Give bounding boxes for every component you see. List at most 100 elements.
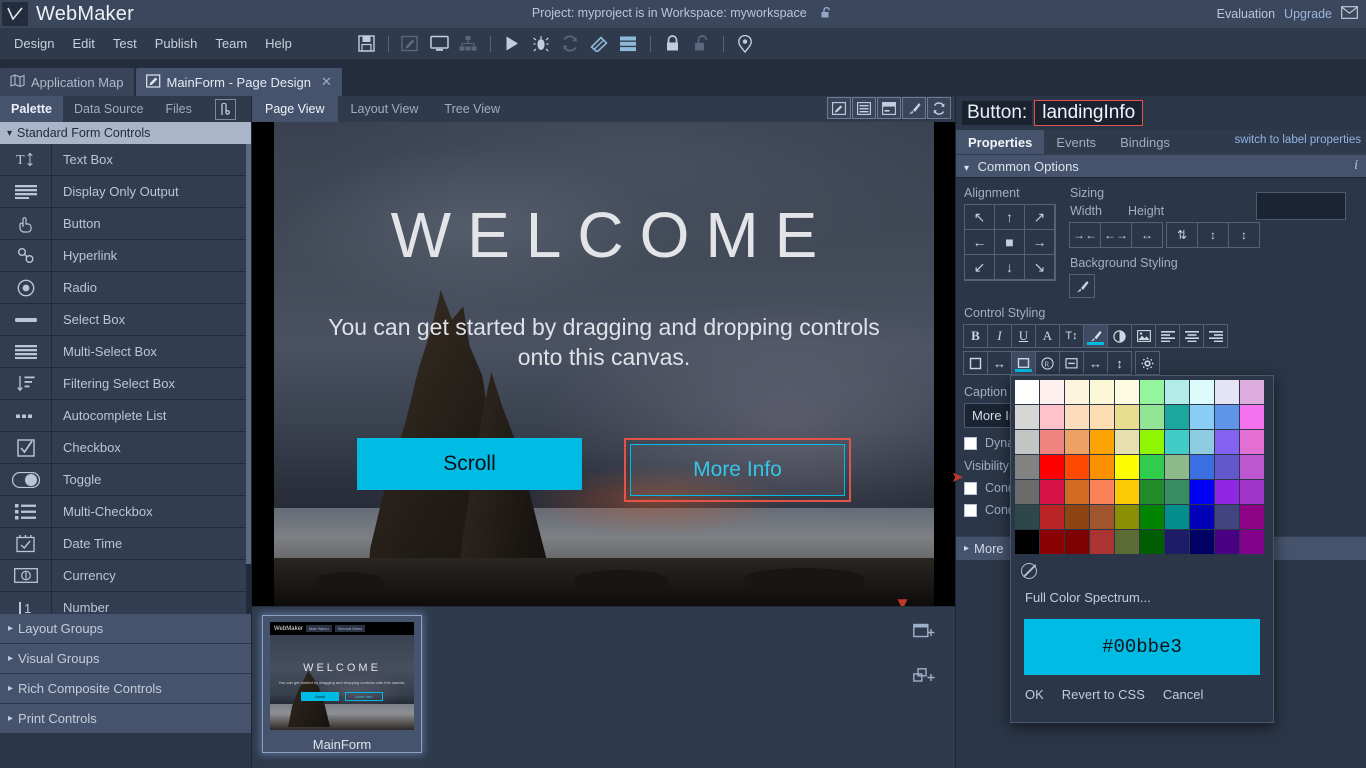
database-icon[interactable] <box>615 32 642 56</box>
palette-item-autocomplete-list[interactable]: Autocomplete List <box>0 400 251 432</box>
color-swatch[interactable] <box>1065 530 1089 554</box>
color-swatch[interactable] <box>1140 405 1164 429</box>
control-list[interactable]: T Text Box Display Only Output Button <box>0 144 251 614</box>
color-swatch[interactable] <box>1065 380 1089 404</box>
color-swatch[interactable] <box>1240 430 1264 454</box>
no-color-icon[interactable] <box>1021 563 1037 579</box>
border-button[interactable] <box>963 351 988 375</box>
canvas-button-scroll[interactable]: Scroll <box>357 438 582 490</box>
unlocked-padlock-icon[interactable] <box>820 6 834 22</box>
color-swatch[interactable] <box>1015 505 1039 529</box>
box-shadow-button[interactable] <box>1059 351 1084 375</box>
width-shrink-button[interactable]: →← <box>1069 222 1101 248</box>
color-swatch[interactable] <box>1015 455 1039 479</box>
color-picker-popup[interactable]: Full Color Spectrum... #00bbe3 OK Revert… <box>1010 375 1274 723</box>
palette-item-multi-select-box[interactable]: Multi-Select Box <box>0 336 251 368</box>
color-swatch[interactable] <box>1240 380 1264 404</box>
switch-to-label-properties-link[interactable]: switch to label properties <box>1234 134 1361 146</box>
palette-scroll-thumb[interactable] <box>246 144 251 564</box>
menu-edit[interactable]: Edit <box>63 36 103 51</box>
color-swatch[interactable] <box>1015 405 1039 429</box>
height-style-button[interactable]: ↕ <box>1107 351 1132 375</box>
align-top-center-button[interactable]: ↑ <box>994 204 1025 230</box>
run-icon[interactable] <box>499 32 526 56</box>
cancel-button[interactable]: Cancel <box>1163 687 1203 702</box>
color-swatch[interactable] <box>1090 505 1114 529</box>
palette-item-display-only-output[interactable]: Display Only Output <box>0 176 251 208</box>
color-swatch[interactable] <box>1165 380 1189 404</box>
color-swatch[interactable] <box>1115 455 1139 479</box>
color-swatch[interactable] <box>1115 430 1139 454</box>
color-swatch[interactable] <box>1015 480 1039 504</box>
color-swatch[interactable] <box>1140 480 1164 504</box>
revert-to-css-button[interactable]: Revert to CSS <box>1062 687 1145 702</box>
color-swatch[interactable] <box>1140 430 1164 454</box>
tab-properties[interactable]: Properties <box>956 130 1044 154</box>
width-style-button[interactable]: ↔ <box>1083 351 1108 375</box>
color-swatch[interactable] <box>1015 430 1039 454</box>
tab-events[interactable]: Events <box>1044 130 1108 154</box>
info-icon[interactable]: i <box>1354 158 1358 174</box>
underline-button[interactable]: U <box>1011 324 1036 348</box>
color-swatch[interactable] <box>1190 380 1214 404</box>
lock-open-icon[interactable] <box>688 32 715 56</box>
align-bottom-center-button[interactable]: ↓ <box>994 254 1025 280</box>
color-swatch[interactable] <box>1065 480 1089 504</box>
palette-group-visual-groups[interactable]: ▸ Visual Groups <box>0 644 251 674</box>
color-swatch[interactable] <box>1115 505 1139 529</box>
menu-help[interactable]: Help <box>256 36 301 51</box>
italic-button[interactable]: I <box>987 324 1012 348</box>
color-swatch[interactable] <box>1040 530 1064 554</box>
align-middle-right-button[interactable]: → <box>1024 229 1055 255</box>
color-swatch[interactable] <box>1040 480 1064 504</box>
palette-item-currency[interactable]: Currency <box>0 560 251 592</box>
color-swatch[interactable] <box>1040 455 1064 479</box>
color-swatch[interactable] <box>1190 405 1214 429</box>
color-swatch[interactable] <box>1040 430 1064 454</box>
color-swatch[interactable] <box>1090 480 1114 504</box>
border-radius-button[interactable]: R <box>1035 351 1060 375</box>
tab-bindings[interactable]: Bindings <box>1108 130 1182 154</box>
panel-view-icon[interactable] <box>877 97 901 119</box>
tab-widget-tree[interactable] <box>209 96 242 122</box>
font-color-button[interactable]: A <box>1035 324 1060 348</box>
margin-button[interactable]: ↔ <box>987 351 1012 375</box>
color-swatch[interactable] <box>1140 455 1164 479</box>
color-swatch[interactable] <box>1190 505 1214 529</box>
height-fill-button[interactable]: ↕ <box>1228 222 1260 248</box>
color-swatch[interactable] <box>1090 430 1114 454</box>
align-middle-left-button[interactable]: ← <box>964 229 995 255</box>
bold-button[interactable]: B <box>963 324 988 348</box>
panel-collapse-marker[interactable]: ➤ <box>951 468 964 486</box>
menu-publish[interactable]: Publish <box>146 36 207 51</box>
opacity-button[interactable] <box>1107 324 1132 348</box>
palette-item-select-box[interactable]: Select Box <box>0 304 251 336</box>
secondary-value-field[interactable] <box>1256 192 1346 220</box>
color-swatch[interactable] <box>1090 530 1114 554</box>
background-color-button[interactable] <box>1083 324 1108 348</box>
color-swatch[interactable] <box>1090 405 1114 429</box>
canvas-button-more-info[interactable]: More Info <box>630 444 845 496</box>
tab-files[interactable]: Files <box>154 96 202 122</box>
align-bottom-left-button[interactable]: ↙ <box>964 254 995 280</box>
paint-brush-icon[interactable] <box>1069 274 1095 298</box>
palette-item-filtering-select-box[interactable]: Filtering Select Box <box>0 368 251 400</box>
color-swatch[interactable] <box>1115 530 1139 554</box>
palette-item-multi-checkbox[interactable]: Multi-Checkbox <box>0 496 251 528</box>
align-top-left-button[interactable]: ↖ <box>964 204 995 230</box>
palette-scrollbar[interactable] <box>246 144 251 614</box>
align-text-left-button[interactable] <box>1155 324 1180 348</box>
color-swatch[interactable] <box>1215 530 1239 554</box>
color-swatch[interactable] <box>1040 380 1064 404</box>
color-swatch[interactable] <box>1065 455 1089 479</box>
tab-data-source[interactable]: Data Source <box>63 96 154 122</box>
color-swatch[interactable] <box>1140 505 1164 529</box>
advanced-settings-button[interactable] <box>1135 351 1160 375</box>
color-swatch[interactable] <box>1165 480 1189 504</box>
doctab-mainform-page-design[interactable]: MainForm - Page Design ✕ <box>136 68 342 96</box>
envelope-icon[interactable] <box>1341 6 1358 22</box>
list-view-icon[interactable] <box>852 97 876 119</box>
color-swatch[interactable] <box>1140 530 1164 554</box>
section-standard-form-controls[interactable]: ▾ Standard Form Controls <box>0 122 251 144</box>
palette-item-number[interactable]: 1 Number <box>0 592 251 614</box>
